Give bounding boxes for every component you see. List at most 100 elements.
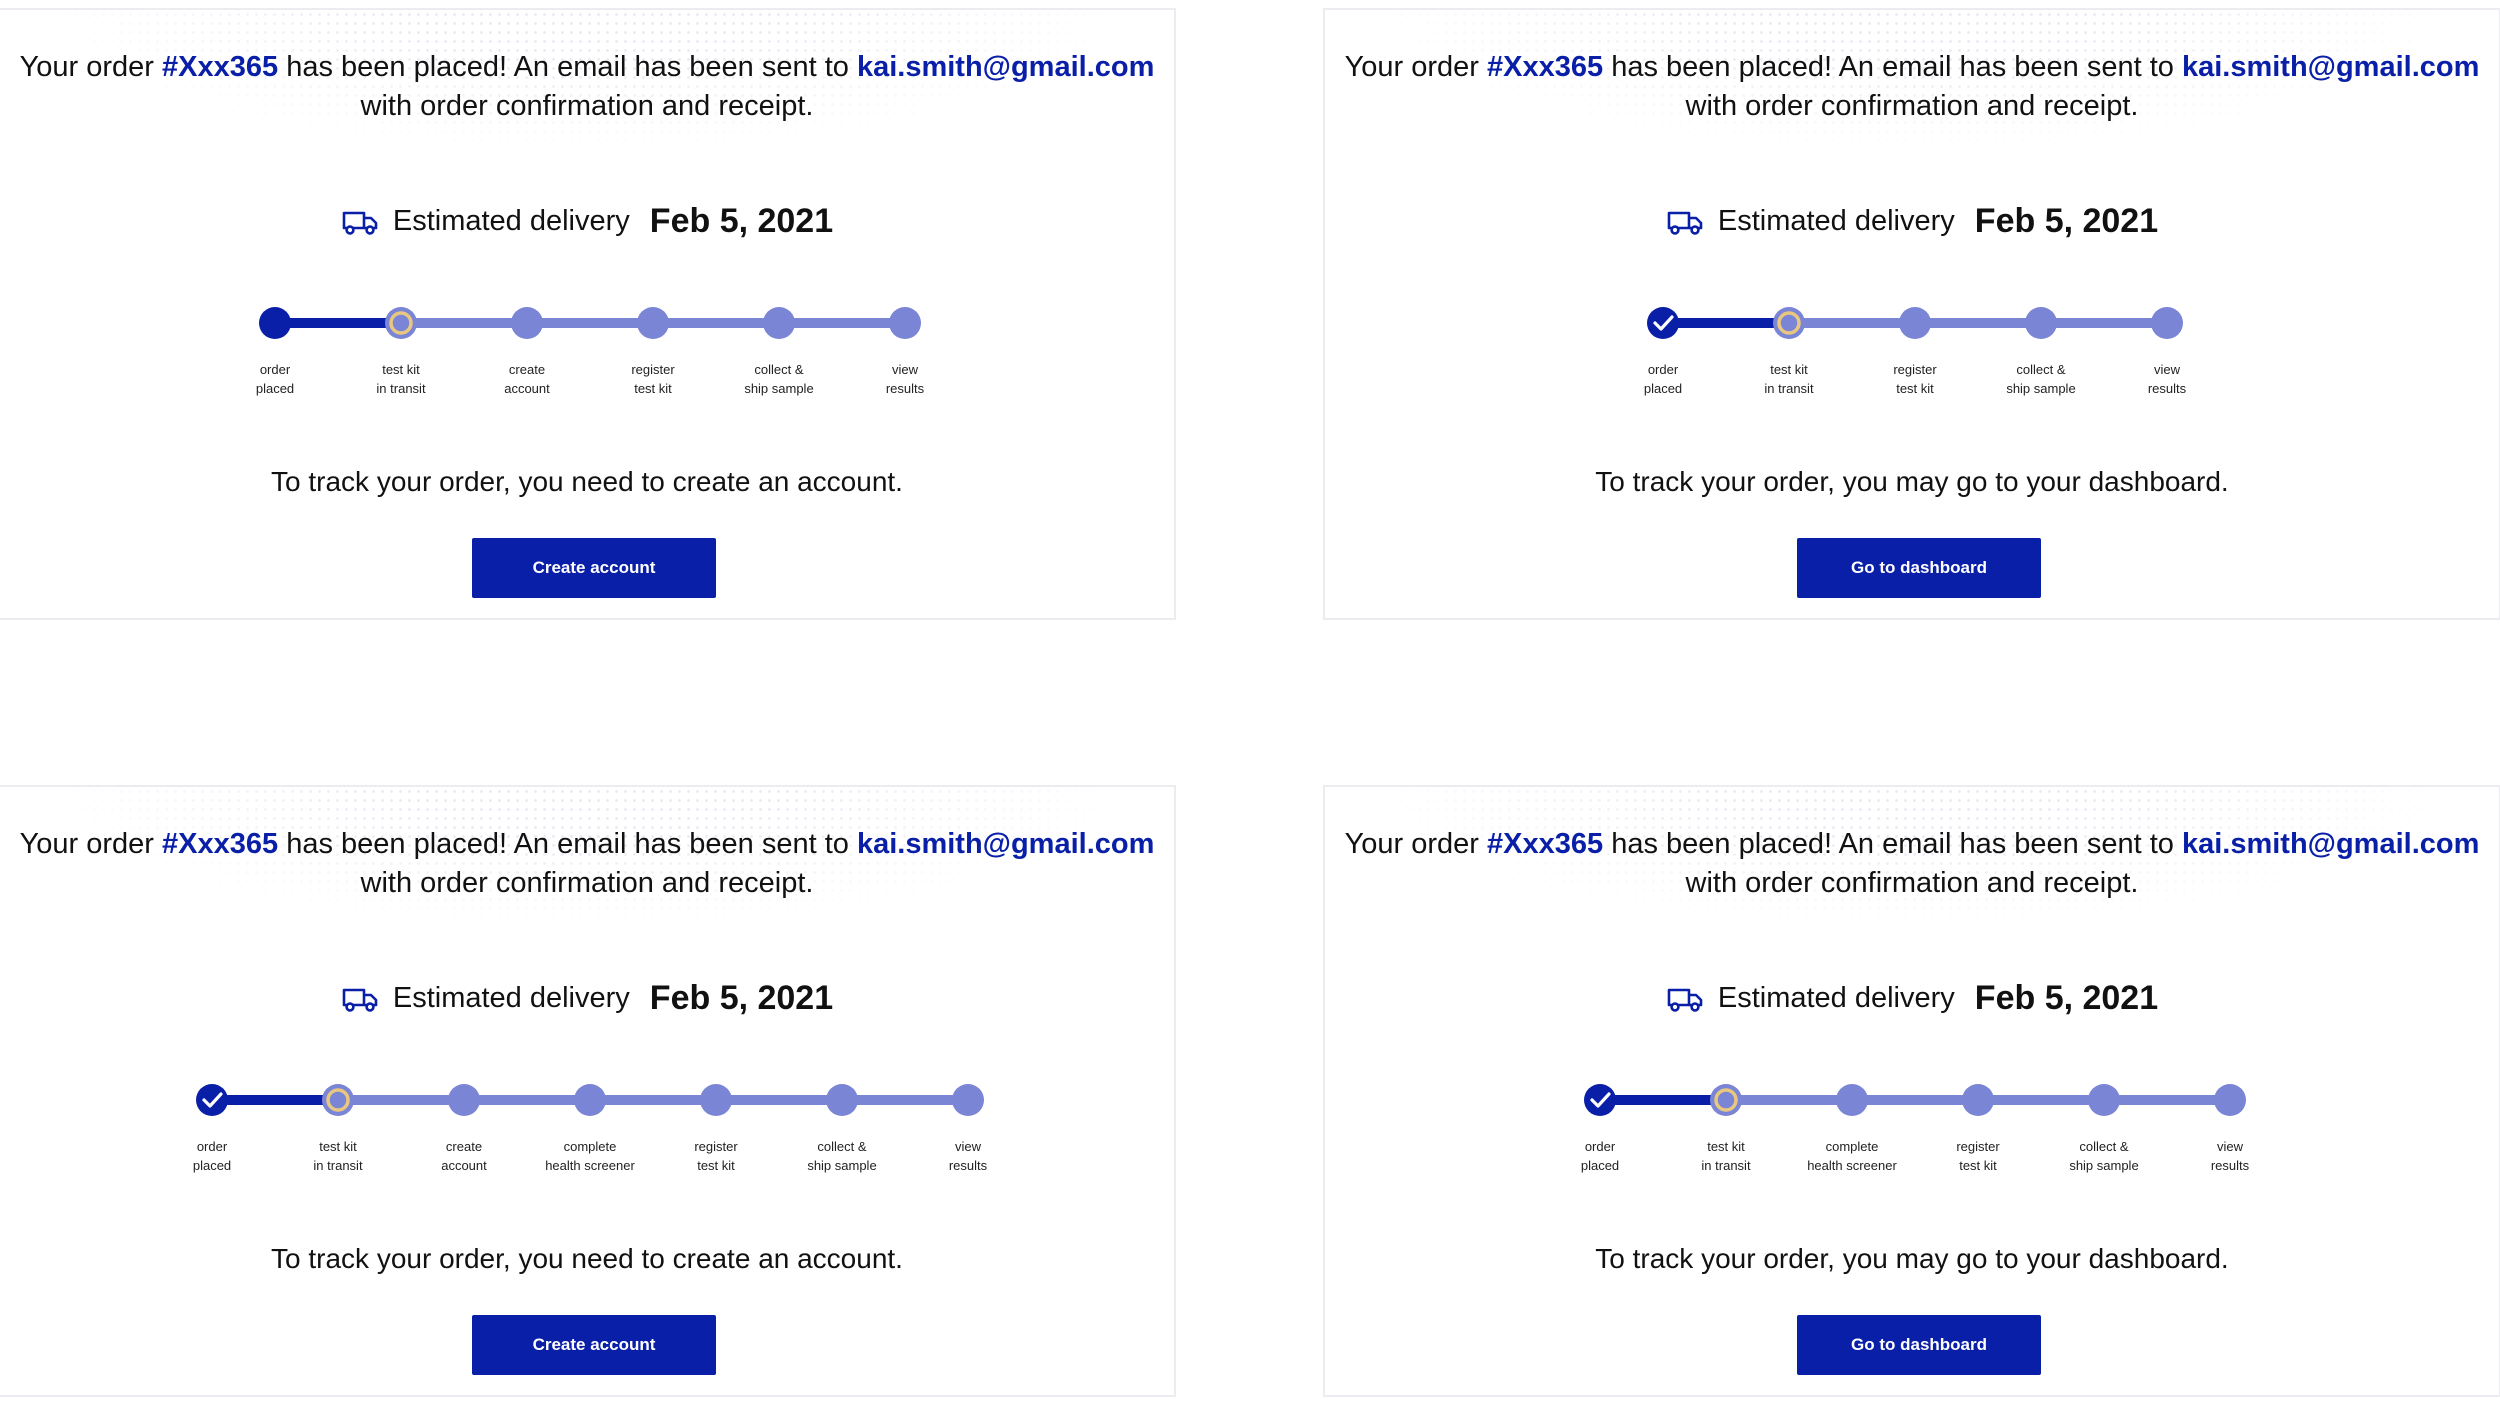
step-label-line-2: placed — [1580, 1158, 1620, 1173]
step-label-line-1: view — [2216, 1139, 2243, 1154]
step-label-line-1: order — [1584, 1139, 1616, 1154]
order-confirmation-card: Your order #Xxx365 has been placed! An e… — [0, 785, 1176, 1397]
step-label-line-1: test kit — [1707, 1139, 1745, 1154]
step-marker-upcoming — [700, 1084, 732, 1116]
message-line-2: with order confirmation and receipt. — [1685, 90, 2139, 122]
step-marker-current — [322, 1084, 354, 1116]
step-marker-upcoming — [448, 1084, 480, 1116]
tracking-note: To track your order, you need to create … — [271, 466, 903, 497]
step-marker — [259, 307, 291, 339]
estimated-delivery-label: Estimated delivery — [392, 982, 630, 1014]
step-label: view results — [2155, 1137, 2305, 1175]
message-middle: has been placed! An email has been sent … — [1611, 51, 2174, 83]
step-label-line-2: in transit — [1764, 381, 1814, 396]
email-address: kai.smith@gmail.com — [2181, 51, 2480, 83]
step-marker-complete — [1647, 307, 1679, 339]
step-label-line-2: ship sample — [744, 381, 814, 396]
step-marker-upcoming — [1962, 1084, 1994, 1116]
step-marker-current — [1710, 1084, 1742, 1116]
step-label-line-2: ship sample — [2006, 381, 2076, 396]
step-marker-upcoming — [763, 307, 795, 339]
step-label-line-2: account — [441, 1158, 487, 1173]
estimated-delivery-date: Feb 5, 2021 — [1974, 202, 2159, 240]
message-middle: has been placed! An email has been sent … — [286, 828, 849, 860]
step-marker-upcoming — [511, 307, 543, 339]
truck-icon — [1667, 211, 1703, 235]
step-label-line-1: test kit — [319, 1139, 357, 1154]
message-prefix: Your order — [19, 51, 154, 83]
order-placed-message: Your order #Xxx365 has been placed! An e… — [1325, 48, 2499, 126]
estimated-delivery: Estimated delivery Feb 5, 2021 — [1325, 202, 2499, 241]
message-middle: has been placed! An email has been sent … — [286, 51, 849, 83]
order-placed-message: Your order #Xxx365 has been placed! An e… — [0, 48, 1174, 126]
estimated-delivery-label: Estimated delivery — [392, 205, 630, 237]
step-marker-upcoming — [637, 307, 669, 339]
step-label-line-2: results — [2147, 381, 2187, 396]
step-label: view results — [893, 1137, 1043, 1175]
step-label-line-2: health screener — [545, 1158, 635, 1173]
tracking-note: To track your order, you may go to your … — [1595, 466, 2229, 497]
progress-tracker — [259, 307, 921, 339]
estimated-delivery: Estimated delivery Feb 5, 2021 — [0, 979, 1174, 1018]
step-label-line-1: order — [196, 1139, 228, 1154]
message-line-2: with order confirmation and receipt. — [360, 90, 814, 122]
step-label-line-1: view — [2153, 362, 2180, 377]
order-placed-message: Your order #Xxx365 has been placed! An e… — [0, 825, 1174, 903]
estimated-delivery-date: Feb 5, 2021 — [649, 202, 834, 240]
step-marker-upcoming — [2088, 1084, 2120, 1116]
message-prefix: Your order — [1344, 51, 1479, 83]
step-label-line-1: create — [508, 362, 546, 377]
step-marker-upcoming — [952, 1084, 984, 1116]
step-label-line-2: account — [504, 381, 550, 396]
tracking-note: To track your order, you need to create … — [271, 1243, 903, 1274]
step-label-line-1: order — [1647, 362, 1679, 377]
estimated-delivery: Estimated delivery Feb 5, 2021 — [1325, 979, 2499, 1018]
email-address: kai.smith@gmail.com — [2181, 828, 2480, 860]
email-address: kai.smith@gmail.com — [856, 828, 1155, 860]
order-id: #Xxx365 — [162, 828, 279, 860]
go-to-dashboard-button[interactable]: Go to dashboard — [1797, 538, 2041, 598]
step-marker-upcoming — [574, 1084, 606, 1116]
order-placed-message: Your order #Xxx365 has been placed! An e… — [1325, 825, 2499, 903]
step-marker-complete — [196, 1084, 228, 1116]
tracking-note: To track your order, you may go to your … — [1595, 1243, 2229, 1274]
step-marker-upcoming — [1836, 1084, 1868, 1116]
step-marker-upcoming — [2214, 1084, 2246, 1116]
create-account-button[interactable]: Create account — [472, 538, 716, 598]
estimated-delivery-date: Feb 5, 2021 — [1974, 979, 2159, 1017]
step-label-line-2: in transit — [313, 1158, 363, 1173]
order-confirmation-card: Your order #Xxx365 has been placed! An e… — [1323, 8, 2500, 620]
estimated-delivery-label: Estimated delivery — [1717, 982, 1955, 1014]
step-marker-upcoming — [2025, 307, 2057, 339]
progress-tracker — [1584, 1084, 2246, 1116]
step-label-line-1: register — [1893, 362, 1937, 377]
step-marker-complete — [1584, 1084, 1616, 1116]
step-marker-upcoming — [889, 307, 921, 339]
message-prefix: Your order — [1344, 828, 1479, 860]
step-label: view results — [830, 360, 980, 398]
truck-icon — [342, 988, 378, 1012]
step-label-line-1: order — [259, 362, 291, 377]
step-label-line-1: collect & — [754, 362, 804, 377]
message-middle: has been placed! An email has been sent … — [1611, 828, 2174, 860]
step-label-line-1: test kit — [1770, 362, 1808, 377]
step-label-line-2: test kit — [1959, 1158, 1997, 1173]
step-label-line-2: in transit — [376, 381, 426, 396]
go-to-dashboard-button[interactable]: Go to dashboard — [1797, 1315, 2041, 1375]
step-label-line-2: ship sample — [807, 1158, 877, 1173]
progress-tracker — [196, 1084, 984, 1116]
step-label-line-1: complete — [563, 1139, 617, 1154]
create-account-button[interactable]: Create account — [472, 1315, 716, 1375]
step-label-line-2: results — [2210, 1158, 2250, 1173]
step-marker-upcoming — [826, 1084, 858, 1116]
step-label-line-1: register — [1956, 1139, 2000, 1154]
order-id: #Xxx365 — [1487, 828, 1604, 860]
step-marker-current — [385, 307, 417, 339]
step-label-line-1: view — [891, 362, 918, 377]
step-label-line-2: ship sample — [2069, 1158, 2139, 1173]
estimated-delivery-date: Feb 5, 2021 — [649, 979, 834, 1017]
step-label-line-2: results — [885, 381, 925, 396]
step-label-line-2: results — [948, 1158, 988, 1173]
step-label-line-2: test kit — [697, 1158, 735, 1173]
step-marker-upcoming — [1899, 307, 1931, 339]
